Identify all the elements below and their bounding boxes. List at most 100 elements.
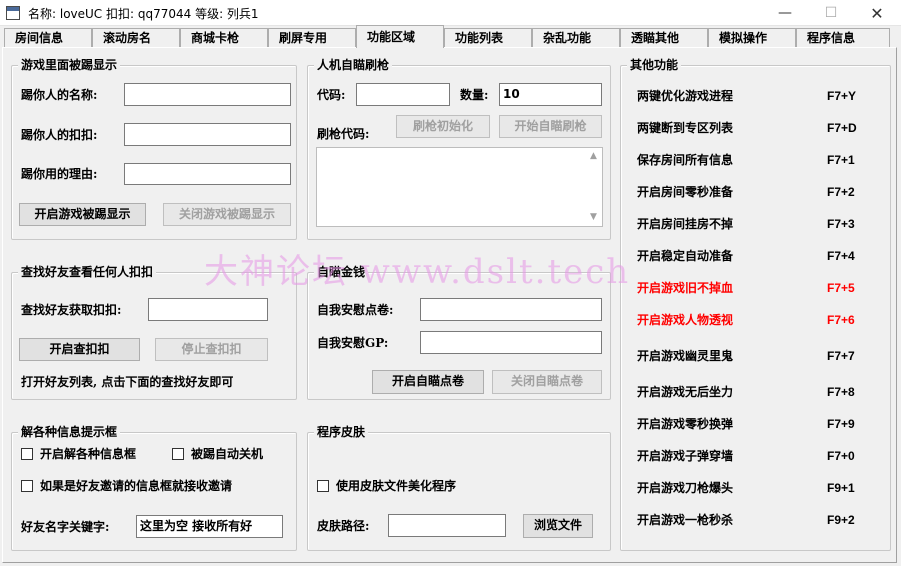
program-skin-group: 程序皮肤 使用皮肤文件美化程序 皮肤路径: 浏览文件: [307, 424, 611, 551]
tab-function-area[interactable]: 功能区域: [356, 25, 444, 48]
hotkey-shortcut: F9+1: [827, 481, 855, 495]
hotkey-shortcut: F9+2: [827, 513, 855, 527]
bot-aim-gun-group: 人机自瞄刷枪 代码: 数量: 10 刷枪代码: 刷枪初始化 开始自瞄刷枪 ▲ ▼: [307, 57, 611, 240]
start-find-qq-button[interactable]: 开启查扣扣: [19, 338, 140, 361]
hotkey-function-label: 开启游戏无后坐力: [637, 385, 734, 399]
hotkey-function-label: 保存房间所有信息: [637, 153, 734, 167]
find-friend-input[interactable]: [148, 298, 268, 321]
tab-store-gun[interactable]: 商城卡枪: [180, 28, 268, 48]
tab-program-info[interactable]: 程序信息: [796, 28, 890, 48]
skin-path-label: 皮肤路径:: [317, 519, 370, 533]
hotkey-function-label: 开启游戏零秒换弹: [637, 417, 734, 431]
window-title: 名称: loveUC 扣扣: qq77044 等级: 列兵1: [28, 7, 259, 21]
hotkey-shortcut: F7+1: [827, 153, 855, 167]
other-functions-group: 其他功能 两键优化游戏进程 F7+Y 两键断到专区列表 F7+D 保存房间所有信息 F7+…: [620, 57, 891, 551]
hotkey-shortcut: F7+7: [827, 349, 855, 363]
hotkey-shortcut: F7+D: [827, 121, 857, 135]
tab-misc[interactable]: 杂乱功能: [532, 28, 620, 48]
keyword-input[interactable]: 这里为空 接收所有好: [136, 515, 283, 538]
gp-label: 自我安慰GP:: [317, 336, 389, 350]
group-title: 查找好友查看任何人扣扣: [18, 264, 157, 280]
points-input[interactable]: [420, 298, 602, 321]
gp-input[interactable]: [420, 331, 602, 354]
info-dialog-group: 解各种信息提示框 开启解各种信息框 被踢自动关机 如果是好友邀请的信息框就接收邀…: [11, 424, 297, 551]
enable-kick-display-button[interactable]: 开启游戏被踢显示: [19, 203, 146, 226]
code-label: 代码:: [317, 88, 346, 102]
close-button[interactable]: ✕: [854, 0, 900, 26]
hotkey-shortcut: F7+8: [827, 385, 855, 399]
disable-kick-display-button[interactable]: 关闭游戏被踢显示: [163, 203, 291, 226]
kick-reason-input[interactable]: [124, 163, 291, 185]
close-icon: ✕: [870, 3, 884, 23]
group-title: 自瞄金钱: [314, 264, 369, 280]
info-dialog-checkbox-label: 开启解各种信息框: [40, 447, 137, 461]
kicker-qq-label: 踢你人的扣扣:: [21, 128, 98, 142]
friend-lookup-group: 查找好友查看任何人扣扣 查找好友获取扣扣: 开启查扣扣 停止查扣扣 打开好友列表…: [11, 264, 297, 400]
find-friend-label: 查找好友获取扣扣:: [21, 303, 122, 317]
browse-file-button[interactable]: 浏览文件: [523, 514, 593, 538]
disable-aim-points-button[interactable]: 关闭自瞄点卷: [492, 370, 602, 394]
info-dialog-checkbox[interactable]: [21, 448, 33, 460]
hotkey-shortcut: F7+4: [827, 249, 855, 263]
use-skin-checkbox[interactable]: [317, 480, 329, 492]
hotkey-function-label: 开启游戏幽灵里鬼: [637, 349, 734, 363]
minimize-icon: —: [778, 5, 792, 21]
hotkey-shortcut: F7+Y: [827, 89, 857, 103]
keyword-label: 好友名字关键字:: [21, 520, 110, 534]
start-aim-gun-button[interactable]: 开始自瞄刷枪: [499, 115, 602, 138]
points-label: 自我安慰点卷:: [317, 303, 394, 317]
hotkey-function-label: 开启房间零秒准备: [637, 185, 734, 199]
tab-room-info[interactable]: 房间信息: [4, 28, 92, 48]
hotkey-function-label: 两键优化游戏进程: [637, 89, 734, 103]
tab-aim-other[interactable]: 透瞄其他: [620, 28, 708, 48]
scroll-up-icon[interactable]: ▲: [587, 150, 600, 163]
hotkey-function-label: 开启游戏刀枪爆头: [637, 481, 734, 495]
code-input[interactable]: [356, 83, 450, 106]
hotkey-shortcut: F7+5: [827, 281, 855, 295]
stop-find-qq-button[interactable]: 停止查扣扣: [155, 338, 268, 361]
hotkey-function-label: 开启游戏旧不掉血: [637, 281, 734, 295]
kicker-name-input[interactable]: [124, 83, 291, 106]
hotkey-function-label: 开启游戏一枪秒杀: [637, 513, 734, 527]
kick-reason-label: 踢你用的理由:: [21, 167, 98, 181]
tab-spam[interactable]: 刷屏专用: [268, 28, 356, 48]
auto-shutdown-checkbox-label: 被踢自动关机: [191, 447, 264, 461]
gun-code-textarea[interactable]: ▲ ▼: [316, 147, 603, 227]
group-title: 解各种信息提示框: [18, 424, 121, 440]
hotkey-function-label: 开启游戏子弹穿墙: [637, 449, 734, 463]
count-label: 数量:: [460, 88, 489, 102]
gun-init-button[interactable]: 刷枪初始化: [396, 115, 490, 138]
gun-code-label: 刷枪代码:: [317, 127, 370, 141]
maximize-icon: ☐: [824, 5, 838, 21]
use-skin-checkbox-label: 使用皮肤文件美化程序: [336, 479, 457, 493]
group-title: 其他功能: [627, 57, 682, 73]
aim-money-group: 自瞄金钱 自我安慰点卷: 自我安慰GP: 开启自瞄点卷 关闭自瞄点卷: [307, 264, 611, 400]
tab-scroll-room-name[interactable]: 滚动房名: [92, 28, 180, 48]
auto-shutdown-checkbox[interactable]: [172, 448, 184, 460]
hotkey-shortcut: F7+9: [827, 417, 855, 431]
hotkey-shortcut: F7+2: [827, 185, 855, 199]
group-title: 人机自瞄刷枪: [314, 57, 393, 73]
hotkey-function-label: 开启房间挂房不掉: [637, 217, 734, 231]
group-title: 游戏里面被踢显示: [18, 57, 121, 73]
group-title: 程序皮肤: [314, 424, 369, 440]
minimize-button[interactable]: —: [762, 0, 808, 26]
hotkey-shortcut: F7+0: [827, 449, 855, 463]
hotkey-function-label: 两键断到专区列表: [637, 121, 734, 135]
app-icon: [6, 6, 20, 20]
scroll-down-icon[interactable]: ▼: [587, 211, 600, 224]
hotkey-shortcut: F7+6: [827, 313, 855, 327]
skin-path-input[interactable]: [388, 514, 506, 537]
kicker-name-label: 踢你人的名称:: [21, 88, 98, 102]
maximize-button[interactable]: ☐: [808, 0, 854, 26]
kicker-qq-input[interactable]: [124, 123, 291, 146]
title-bar: 名称: loveUC 扣扣: qq77044 等级: 列兵1 — ☐ ✕: [0, 0, 901, 26]
kicked-display-group: 游戏里面被踢显示 踢你人的名称: 踢你人的扣扣: 踢你用的理由: 开启游戏被踢显…: [11, 57, 297, 240]
enable-aim-points-button[interactable]: 开启自瞄点卷: [372, 370, 484, 394]
tab-simulate[interactable]: 模拟操作: [708, 28, 796, 48]
friend-invite-checkbox[interactable]: [21, 480, 33, 492]
tab-function-list[interactable]: 功能列表: [444, 28, 532, 48]
count-input[interactable]: 10: [499, 83, 602, 106]
hotkey-function-label: 开启稳定自动准备: [637, 249, 734, 263]
friend-invite-checkbox-label: 如果是好友邀请的信息框就接收邀请: [40, 479, 233, 493]
